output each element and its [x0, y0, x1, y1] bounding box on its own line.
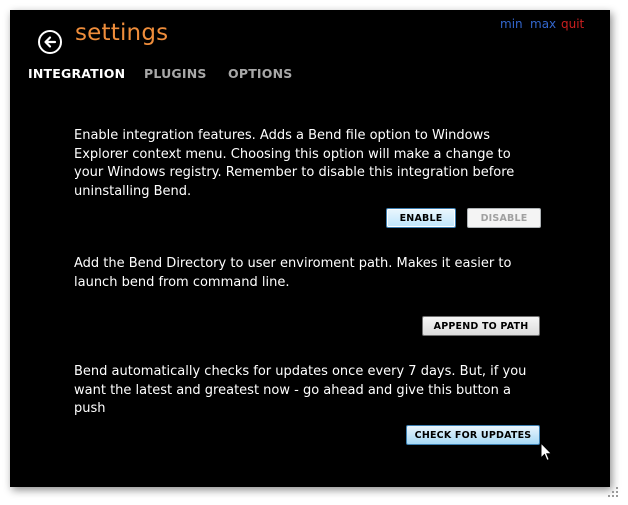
updates-description: Bend automatically checks for updates on…: [74, 364, 527, 416]
tab-plugins[interactable]: PLUGINS: [144, 66, 207, 81]
enable-button[interactable]: ENABLE: [386, 208, 456, 228]
back-arrow-icon: [44, 36, 57, 48]
settings-window: settings min max quit INTEGRATION PLUGIN…: [10, 10, 618, 497]
page-title: settings: [75, 20, 169, 46]
minimize-link[interactable]: min: [500, 17, 523, 31]
tab-integration[interactable]: INTEGRATION: [28, 66, 125, 81]
integration-description: Enable integration features. Adds a Bend…: [74, 128, 515, 199]
back-button[interactable]: [38, 30, 62, 54]
maximize-link[interactable]: max: [530, 17, 556, 31]
path-description: Add the Bend Directory to user enviromen…: [74, 256, 512, 290]
tab-options[interactable]: OPTIONS: [228, 66, 292, 81]
append-to-path-button[interactable]: APPEND TO PATH: [422, 316, 540, 336]
check-for-updates-button[interactable]: CHECK FOR UPDATES: [406, 425, 540, 445]
disable-button[interactable]: DISABLE: [467, 208, 541, 228]
quit-link[interactable]: quit: [561, 17, 584, 31]
mouse-pointer-icon: [540, 442, 553, 462]
resize-grip-icon[interactable]: [607, 486, 619, 498]
